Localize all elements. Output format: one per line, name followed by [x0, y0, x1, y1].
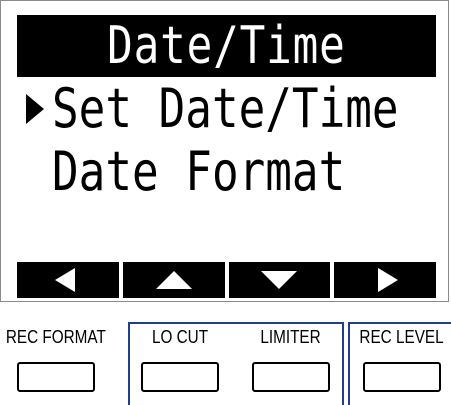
menu-item-set-date-time[interactable]: Set Date/Time [26, 79, 451, 139]
lcd-screen: Date/Time Set Date/Time Date Format [0, 0, 449, 302]
left-function-key[interactable] [17, 262, 119, 298]
right-function-key[interactable] [334, 262, 436, 298]
rec-format-hardware-button[interactable]: REC FORMAT [6, 322, 106, 392]
screen-title: Date/Time [107, 16, 346, 76]
menu-item-date-format[interactable]: Date Format [26, 142, 410, 202]
rec-level-button[interactable] [363, 362, 441, 392]
up-function-key[interactable] [122, 262, 225, 298]
lo-cut-label: LO CUT [151, 327, 209, 347]
screen-title-bar: Date/Time [17, 15, 436, 77]
right-arrow-icon [378, 268, 399, 292]
limiter-label: LIMITER [260, 327, 322, 347]
rec-level-hardware-button[interactable]: REC LEVEL [356, 322, 448, 392]
menu-item-label: Set Date/Time [52, 77, 399, 140]
limiter-button[interactable] [252, 362, 330, 392]
up-arrow-icon [155, 271, 192, 289]
rec-level-label: REC LEVEL [359, 327, 445, 347]
function-key-bar [17, 262, 436, 298]
selection-cursor-icon [26, 79, 48, 139]
lo-cut-button[interactable] [141, 362, 219, 392]
down-arrow-icon [261, 271, 298, 289]
rec-format-label: REC FORMAT [5, 327, 107, 347]
rec-format-button[interactable] [17, 362, 95, 392]
menu-item-label: Date Format [52, 140, 346, 203]
down-function-key[interactable] [228, 262, 331, 298]
limiter-hardware-button[interactable]: LIMITER [246, 322, 336, 392]
lo-cut-hardware-button[interactable]: LO CUT [135, 322, 225, 392]
left-arrow-icon [54, 268, 75, 292]
